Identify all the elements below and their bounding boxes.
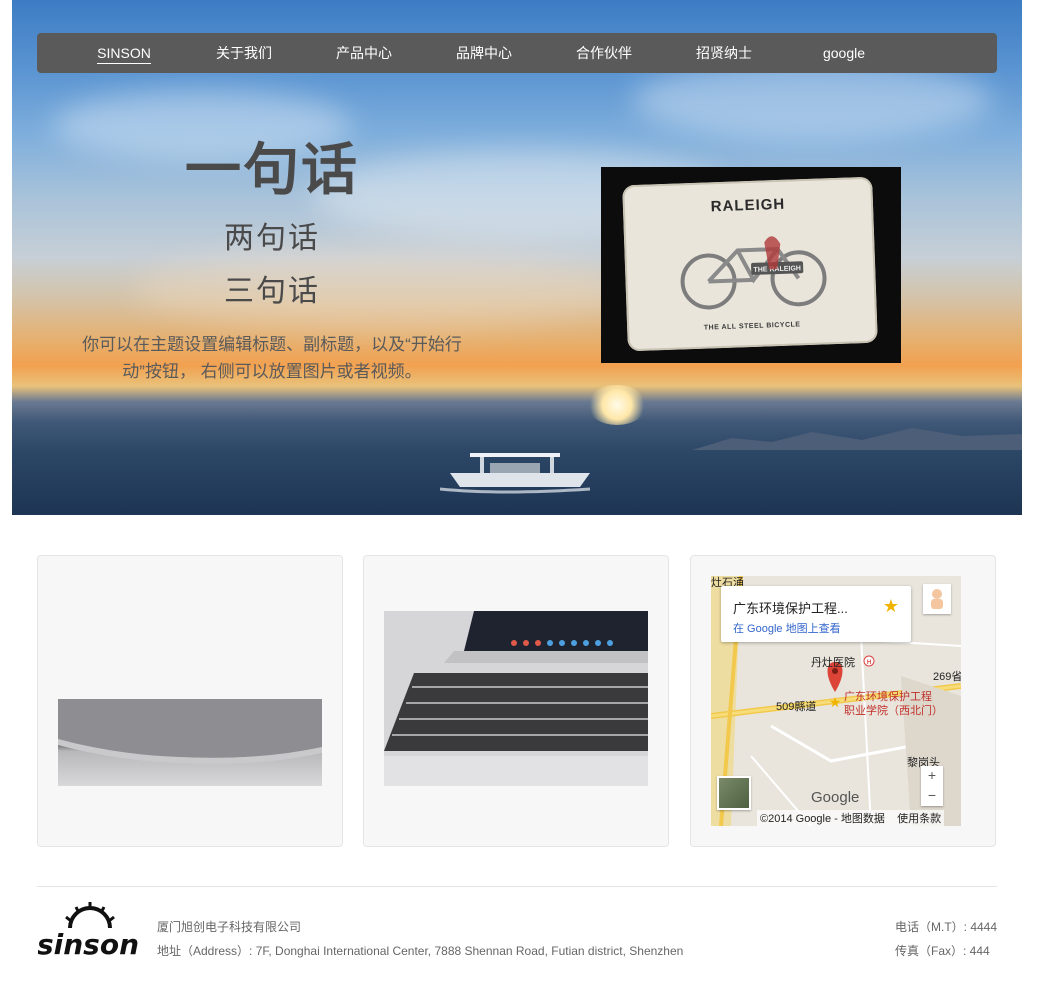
bicycle-icon: THE RALEIGH	[680, 236, 827, 310]
map-label-road2: 269省	[933, 671, 961, 683]
map-label-hospital: 丹灶医院	[811, 657, 855, 669]
view-on-google-maps-link[interactable]: 在 Google 地图上查看	[733, 620, 841, 636]
nav-item-label: SINSON	[97, 45, 151, 64]
hero-subtitle-1: 两句话	[224, 222, 320, 255]
laptop-keyboard-image	[384, 611, 648, 786]
nav-item-label: 品牌中心	[456, 45, 512, 61]
footer-address: 地址（Address）: 7F, Donghai International C…	[157, 944, 684, 958]
feature-card-2	[363, 555, 669, 847]
nav-item-partners[interactable]: 合作伙伴	[544, 33, 664, 73]
boat	[440, 453, 591, 494]
main-navigation: SINSON 关于我们 产品中心 品牌中心 合作伙伴 招贤纳士 google	[37, 33, 997, 73]
hero-title: 一句话	[185, 138, 359, 201]
svg-text:★: ★	[829, 694, 842, 710]
map-attribution-text: ©2014 Google - 地图数据	[760, 813, 885, 825]
svg-text:H: H	[867, 660, 871, 666]
hero-image: RALEIGH THE RALEIGH THE ALL STEEL BICYCL…	[601, 167, 901, 363]
laptop-edge-image	[58, 699, 322, 786]
footer-phone: 电话（M.T）: 4444	[895, 920, 998, 934]
pegman-icon[interactable]	[923, 584, 951, 614]
nav-item-google[interactable]: google	[784, 33, 904, 73]
nav-item-label: 合作伙伴	[576, 45, 632, 61]
laptop-keyboard-graphic	[384, 611, 648, 786]
mountains	[692, 428, 1022, 450]
raleigh-caption: THE ALL STEEL BICYCLE	[703, 321, 801, 332]
footer-company: 厦门旭创电子科技有限公司	[157, 920, 302, 934]
map-terms-link[interactable]: 使用条款	[897, 813, 941, 825]
map-info-popup: 广东环境保护工程... ★ 在 Google 地图上查看	[721, 586, 911, 642]
footer-fax: 传真（Fax）: 444	[895, 944, 990, 958]
map-label-road: 509縣道	[776, 701, 817, 713]
nav-item-careers[interactable]: 招贤纳士	[664, 33, 784, 73]
nav-item-label: 关于我们	[216, 45, 272, 61]
hero-description: 你可以在主题设置编辑标题、副标题，以及“开始行动”按钮， 右侧可以放置图片或者视…	[82, 335, 462, 381]
hero-subtitle-2: 三句话	[224, 275, 320, 308]
map-card: ★ H 灶石涌 丹灶医院 509縣道 269省 广东环境保护工程 职业学院（西北…	[690, 555, 996, 847]
nav-item-sinson[interactable]: SINSON	[64, 33, 184, 73]
footer-divider	[37, 886, 997, 887]
sinson-logo: sinson	[37, 900, 139, 961]
map-label-place-2: 职业学院（西北门）	[844, 705, 943, 717]
nav-item-products[interactable]: 产品中心	[304, 33, 424, 73]
satellite-view-toggle[interactable]	[717, 776, 751, 810]
map-zoom-control: + −	[921, 766, 943, 806]
zoom-out-button[interactable]: −	[921, 786, 943, 806]
raleigh-brand: RALEIGH	[710, 195, 786, 216]
laptop-edge-graphic	[58, 699, 322, 764]
nav-item-label: 产品中心	[336, 45, 392, 61]
logo-text: sinson	[38, 928, 138, 960]
sun	[587, 385, 647, 425]
google-logo: Google	[811, 789, 860, 806]
star-icon[interactable]: ★	[883, 596, 899, 617]
map-popup-title: 广东环境保护工程...	[733, 601, 848, 616]
map-attribution: ©2014 Google - 地图数据 使用条款	[757, 810, 945, 826]
nav-item-label: google	[822, 45, 866, 61]
google-map[interactable]: ★ H 灶石涌 丹灶医院 509縣道 269省 广东环境保护工程 职业学院（西北…	[711, 576, 961, 826]
sinson-logo-graphic: sinson	[37, 902, 139, 961]
nav-item-about[interactable]: 关于我们	[184, 33, 304, 73]
hero-banner: 一句话 两句话 三句话 你可以在主题设置编辑标题、副标题，以及“开始行动”按钮，…	[12, 0, 1022, 515]
nav-item-label: 招贤纳士	[696, 45, 752, 61]
zoom-in-button[interactable]: +	[921, 766, 943, 786]
raleigh-badge-card: RALEIGH THE RALEIGH THE ALL STEEL BICYCL…	[622, 176, 878, 352]
feature-card-1	[37, 555, 343, 847]
nav-item-brands[interactable]: 品牌中心	[424, 33, 544, 73]
